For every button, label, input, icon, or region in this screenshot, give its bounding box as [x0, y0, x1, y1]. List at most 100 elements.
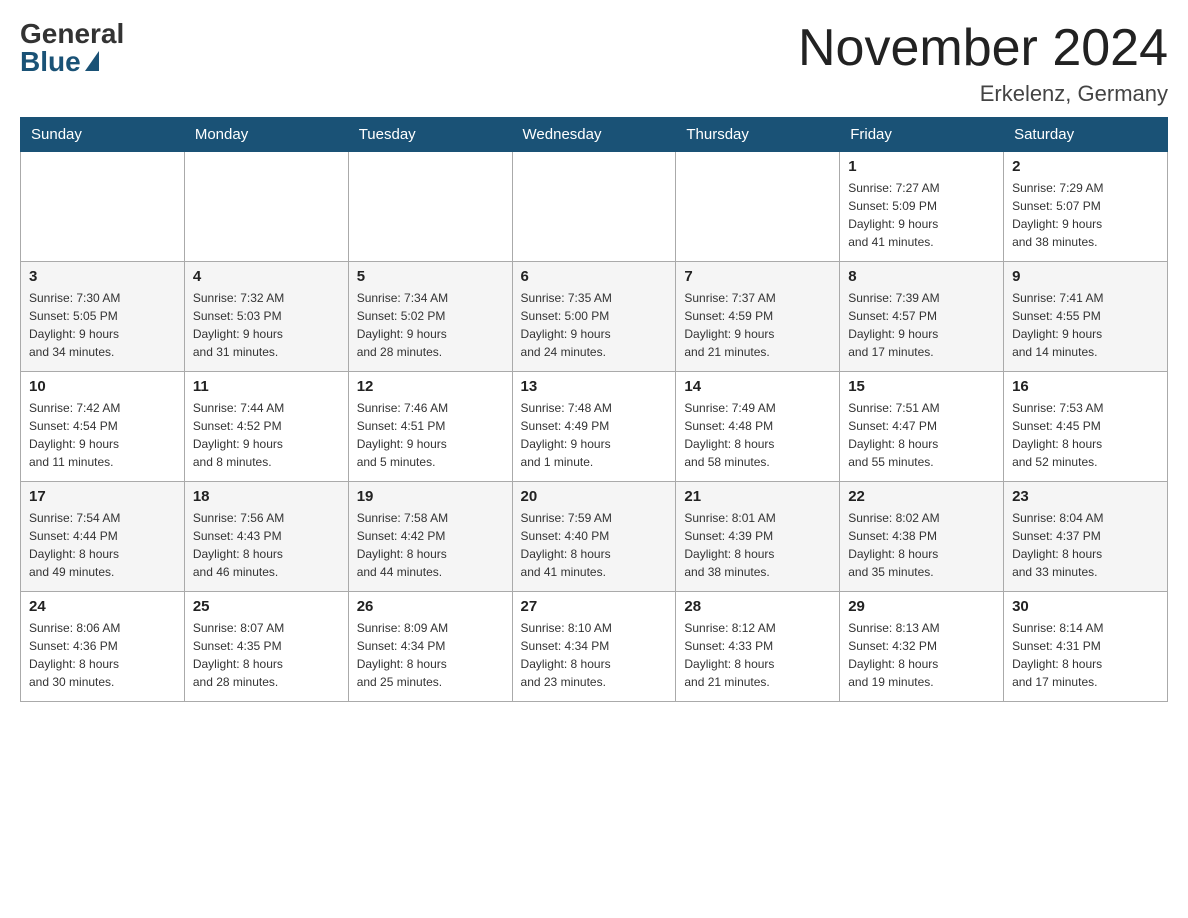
day-number: 20 — [521, 488, 668, 505]
calendar-cell: 1 Sunrise: 7:27 AMSunset: 5:09 PMDaylight… — [840, 152, 1004, 262]
logo-general-text: General — [20, 20, 124, 48]
calendar-cell: 20 Sunrise: 7:59 AMSunset: 4:40 PMDayligh… — [512, 482, 676, 592]
day-number: 17 — [29, 488, 176, 505]
calendar-cell — [348, 152, 512, 262]
day-info: Sunrise: 7:29 AMSunset: 5:07 PMDaylight:… — [1012, 179, 1159, 251]
day-info: Sunrise: 8:13 AMSunset: 4:32 PMDaylight:… — [848, 619, 995, 691]
calendar-week-row: 17 Sunrise: 7:54 AMSunset: 4:44 PMDayligh… — [21, 482, 1168, 592]
calendar-week-row: 24Sunrise: 8:06 AMSunset: 4:36 PMDayligh… — [21, 592, 1168, 702]
day-info: Sunrise: 7:51 AMSunset: 4:47 PMDaylight:… — [848, 399, 995, 471]
calendar-cell: 29 Sunrise: 8:13 AMSunset: 4:32 PMDayligh… — [840, 592, 1004, 702]
day-number: 29 — [848, 598, 995, 615]
day-number: 28 — [684, 598, 831, 615]
page-header: General Blue November 2024 Erkelenz, Ger… — [20, 20, 1168, 107]
calendar-cell: 22Sunrise: 8:02 AMSunset: 4:38 PMDayligh… — [840, 482, 1004, 592]
calendar-cell: 10Sunrise: 7:42 AMSunset: 4:54 PMDayligh… — [21, 372, 185, 482]
day-info: Sunrise: 7:27 AMSunset: 5:09 PMDaylight:… — [848, 179, 995, 251]
calendar-cell: 26 Sunrise: 8:09 AMSunset: 4:34 PMDayligh… — [348, 592, 512, 702]
day-number: 26 — [357, 598, 504, 615]
day-number: 8 — [848, 268, 995, 285]
calendar-cell — [184, 152, 348, 262]
title-area: November 2024 Erkelenz, Germany — [798, 20, 1168, 107]
day-number: 13 — [521, 378, 668, 395]
day-info: Sunrise: 7:44 AMSunset: 4:52 PMDaylight:… — [193, 399, 340, 471]
calendar-cell: 13 Sunrise: 7:48 AMSunset: 4:49 PMDayligh… — [512, 372, 676, 482]
day-number: 21 — [684, 488, 831, 505]
day-number: 11 — [193, 378, 340, 395]
day-info: Sunrise: 7:48 AMSunset: 4:49 PMDaylight:… — [521, 399, 668, 471]
day-number: 30 — [1012, 598, 1159, 615]
calendar-header-sunday: Sunday — [21, 118, 185, 152]
day-number: 15 — [848, 378, 995, 395]
day-number: 19 — [357, 488, 504, 505]
day-info: Sunrise: 8:14 AMSunset: 4:31 PMDaylight:… — [1012, 619, 1159, 691]
calendar-week-row: 3 Sunrise: 7:30 AMSunset: 5:05 PMDaylight… — [21, 262, 1168, 372]
day-info: Sunrise: 8:06 AMSunset: 4:36 PMDaylight:… — [29, 619, 176, 691]
calendar-cell: 18 Sunrise: 7:56 AMSunset: 4:43 PMDayligh… — [184, 482, 348, 592]
day-number: 9 — [1012, 268, 1159, 285]
calendar-cell — [676, 152, 840, 262]
day-number: 22 — [848, 488, 995, 505]
logo-triangle-icon — [85, 51, 99, 71]
calendar-cell: 19Sunrise: 7:58 AMSunset: 4:42 PMDayligh… — [348, 482, 512, 592]
calendar-header-saturday: Saturday — [1004, 118, 1168, 152]
calendar-week-row: 10Sunrise: 7:42 AMSunset: 4:54 PMDayligh… — [21, 372, 1168, 482]
day-info: Sunrise: 8:04 AMSunset: 4:37 PMDaylight:… — [1012, 509, 1159, 581]
day-number: 27 — [521, 598, 668, 615]
calendar-cell: 25 Sunrise: 8:07 AMSunset: 4:35 PMDayligh… — [184, 592, 348, 702]
calendar-cell: 30 Sunrise: 8:14 AMSunset: 4:31 PMDayligh… — [1004, 592, 1168, 702]
calendar-cell: 3 Sunrise: 7:30 AMSunset: 5:05 PMDaylight… — [21, 262, 185, 372]
calendar-header-wednesday: Wednesday — [512, 118, 676, 152]
day-number: 18 — [193, 488, 340, 505]
calendar-cell: 2 Sunrise: 7:29 AMSunset: 5:07 PMDaylight… — [1004, 152, 1168, 262]
day-info: Sunrise: 7:42 AMSunset: 4:54 PMDaylight:… — [29, 399, 176, 471]
day-info: Sunrise: 7:46 AMSunset: 4:51 PMDaylight:… — [357, 399, 504, 471]
calendar-header-tuesday: Tuesday — [348, 118, 512, 152]
day-info: Sunrise: 7:37 AMSunset: 4:59 PMDaylight:… — [684, 289, 831, 361]
day-info: Sunrise: 7:41 AMSunset: 4:55 PMDaylight:… — [1012, 289, 1159, 361]
calendar-cell: 12Sunrise: 7:46 AMSunset: 4:51 PMDayligh… — [348, 372, 512, 482]
day-number: 16 — [1012, 378, 1159, 395]
calendar-cell: 5 Sunrise: 7:34 AMSunset: 5:02 PMDaylight… — [348, 262, 512, 372]
location-text: Erkelenz, Germany — [798, 81, 1168, 107]
calendar-cell: 24Sunrise: 8:06 AMSunset: 4:36 PMDayligh… — [21, 592, 185, 702]
day-info: Sunrise: 7:32 AMSunset: 5:03 PMDaylight:… — [193, 289, 340, 361]
calendar-header-row: SundayMondayTuesdayWednesdayThursdayFrid… — [21, 118, 1168, 152]
day-info: Sunrise: 7:54 AMSunset: 4:44 PMDaylight:… — [29, 509, 176, 581]
day-info: Sunrise: 7:53 AMSunset: 4:45 PMDaylight:… — [1012, 399, 1159, 471]
calendar-cell: 16 Sunrise: 7:53 AMSunset: 4:45 PMDayligh… — [1004, 372, 1168, 482]
day-number: 5 — [357, 268, 504, 285]
day-info: Sunrise: 8:07 AMSunset: 4:35 PMDaylight:… — [193, 619, 340, 691]
day-info: Sunrise: 8:01 AMSunset: 4:39 PMDaylight:… — [684, 509, 831, 581]
day-info: Sunrise: 7:34 AMSunset: 5:02 PMDaylight:… — [357, 289, 504, 361]
calendar-week-row: 1 Sunrise: 7:27 AMSunset: 5:09 PMDaylight… — [21, 152, 1168, 262]
calendar-cell: 11 Sunrise: 7:44 AMSunset: 4:52 PMDayligh… — [184, 372, 348, 482]
day-info: Sunrise: 7:59 AMSunset: 4:40 PMDaylight:… — [521, 509, 668, 581]
day-number: 7 — [684, 268, 831, 285]
day-number: 14 — [684, 378, 831, 395]
calendar-cell: 15 Sunrise: 7:51 AMSunset: 4:47 PMDayligh… — [840, 372, 1004, 482]
day-number: 4 — [193, 268, 340, 285]
day-info: Sunrise: 8:10 AMSunset: 4:34 PMDaylight:… — [521, 619, 668, 691]
calendar-header-monday: Monday — [184, 118, 348, 152]
day-number: 23 — [1012, 488, 1159, 505]
calendar-cell: 6Sunrise: 7:35 AMSunset: 5:00 PMDaylight… — [512, 262, 676, 372]
day-number: 2 — [1012, 158, 1159, 175]
logo: General Blue — [20, 20, 124, 76]
day-info: Sunrise: 8:09 AMSunset: 4:34 PMDaylight:… — [357, 619, 504, 691]
day-number: 6 — [521, 268, 668, 285]
calendar-cell: 14Sunrise: 7:49 AMSunset: 4:48 PMDayligh… — [676, 372, 840, 482]
day-number: 25 — [193, 598, 340, 615]
day-info: Sunrise: 7:30 AMSunset: 5:05 PMDaylight:… — [29, 289, 176, 361]
day-info: Sunrise: 7:39 AMSunset: 4:57 PMDaylight:… — [848, 289, 995, 361]
day-info: Sunrise: 7:56 AMSunset: 4:43 PMDaylight:… — [193, 509, 340, 581]
logo-blue-text: Blue — [20, 48, 81, 76]
day-number: 1 — [848, 158, 995, 175]
calendar-header-thursday: Thursday — [676, 118, 840, 152]
calendar-header-friday: Friday — [840, 118, 1004, 152]
month-title: November 2024 — [798, 20, 1168, 77]
calendar-cell: 21 Sunrise: 8:01 AMSunset: 4:39 PMDayligh… — [676, 482, 840, 592]
calendar-cell: 23 Sunrise: 8:04 AMSunset: 4:37 PMDayligh… — [1004, 482, 1168, 592]
day-number: 3 — [29, 268, 176, 285]
calendar-cell — [21, 152, 185, 262]
